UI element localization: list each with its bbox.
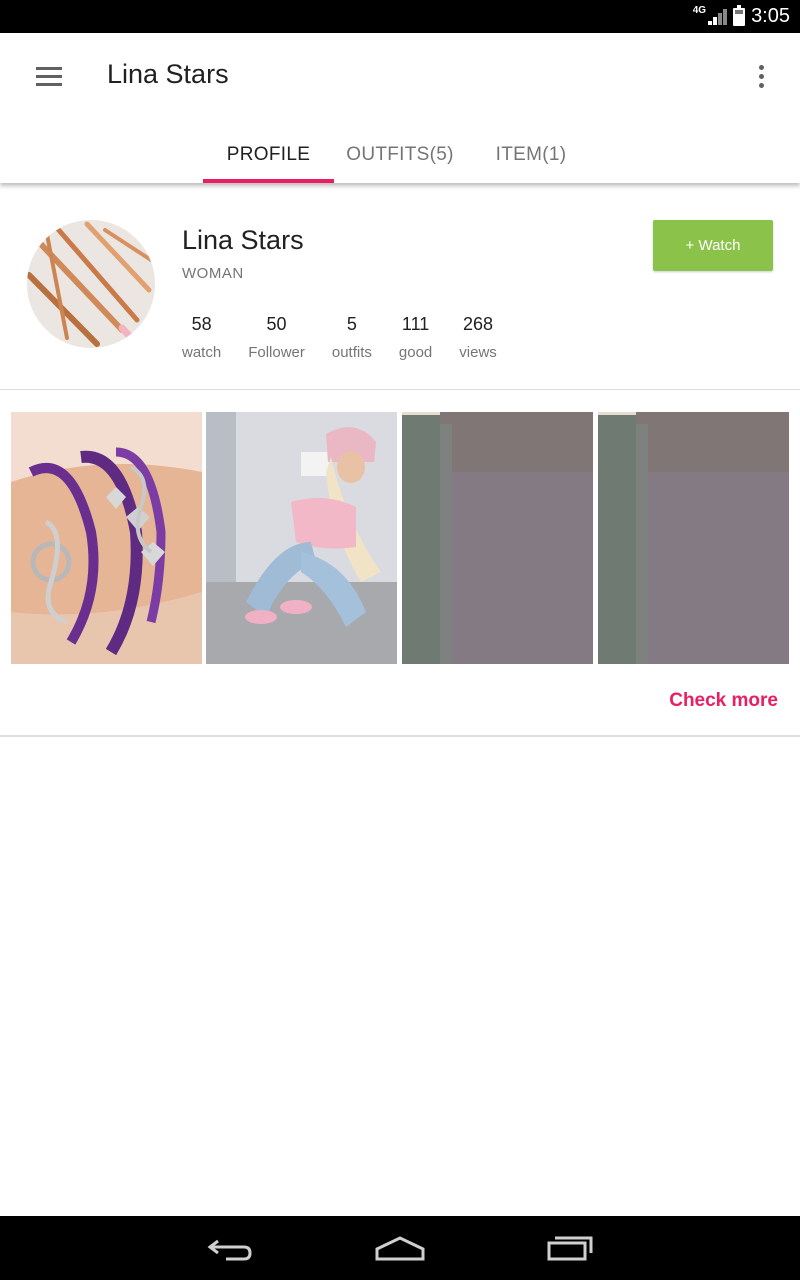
stat-value: 268 [463, 314, 494, 334]
watch-button[interactable]: + Watch [653, 220, 773, 271]
clock: 3:05 [751, 5, 790, 27]
stat-good[interactable]: 111 good [399, 314, 432, 361]
stat-outfits[interactable]: 5 outfits [332, 314, 372, 361]
gallery-thumbnail-outfit[interactable] [206, 412, 397, 664]
stat-watch[interactable]: 58 watch [182, 314, 221, 361]
profile-gender: WOMAN [182, 265, 244, 282]
avatar[interactable] [27, 220, 155, 348]
stat-value: 111 [401, 314, 430, 334]
profile-card: Lina Stars WOMAN 58 watch 50 Follower 5 … [0, 193, 800, 390]
gallery-thumbnail-bracelet[interactable] [11, 412, 202, 664]
stat-views[interactable]: 268 views [459, 314, 497, 361]
stat-value: 58 [191, 314, 212, 334]
app-bar: Lina Stars PROFILE OUTFITS(5) ITEM(1) [0, 33, 800, 183]
profile-name: Lina Stars [182, 225, 304, 255]
tab-bar: PROFILE OUTFITS(5) ITEM(1) [203, 126, 596, 183]
stat-follower[interactable]: 50 Follower [248, 314, 305, 361]
stat-label: Follower [248, 344, 305, 361]
tab-outfits[interactable]: OUTFITS(5) [334, 126, 466, 183]
recent-apps-icon[interactable] [540, 1228, 600, 1268]
gallery: Check more [0, 390, 800, 737]
home-icon[interactable] [370, 1228, 430, 1268]
stat-value: 5 [346, 314, 357, 334]
profile-stats: 58 watch 50 Follower 5 outfits 111 good … [182, 314, 524, 361]
back-icon[interactable] [200, 1228, 260, 1268]
more-vert-icon[interactable] [746, 60, 776, 92]
gallery-thumbnail-4[interactable] [598, 412, 789, 664]
stat-label: watch [182, 344, 222, 361]
menu-icon[interactable] [24, 60, 74, 92]
stat-label: outfits [331, 344, 372, 361]
page-title: Lina Stars [107, 59, 229, 89]
tab-item[interactable]: ITEM(1) [466, 126, 596, 183]
stat-label: views [459, 344, 497, 361]
battery-icon [733, 4, 746, 26]
gallery-thumbnail-3[interactable] [402, 412, 593, 664]
check-more-link[interactable]: Check more [669, 690, 778, 712]
system-nav-bar [0, 1216, 800, 1280]
tab-profile[interactable]: PROFILE [203, 126, 334, 183]
signal-icon [708, 8, 728, 25]
stat-value: 50 [266, 314, 287, 334]
status-bar: 4G 3:05 [0, 0, 800, 33]
network-type: 4G [692, 5, 707, 16]
stat-label: good [398, 344, 433, 361]
